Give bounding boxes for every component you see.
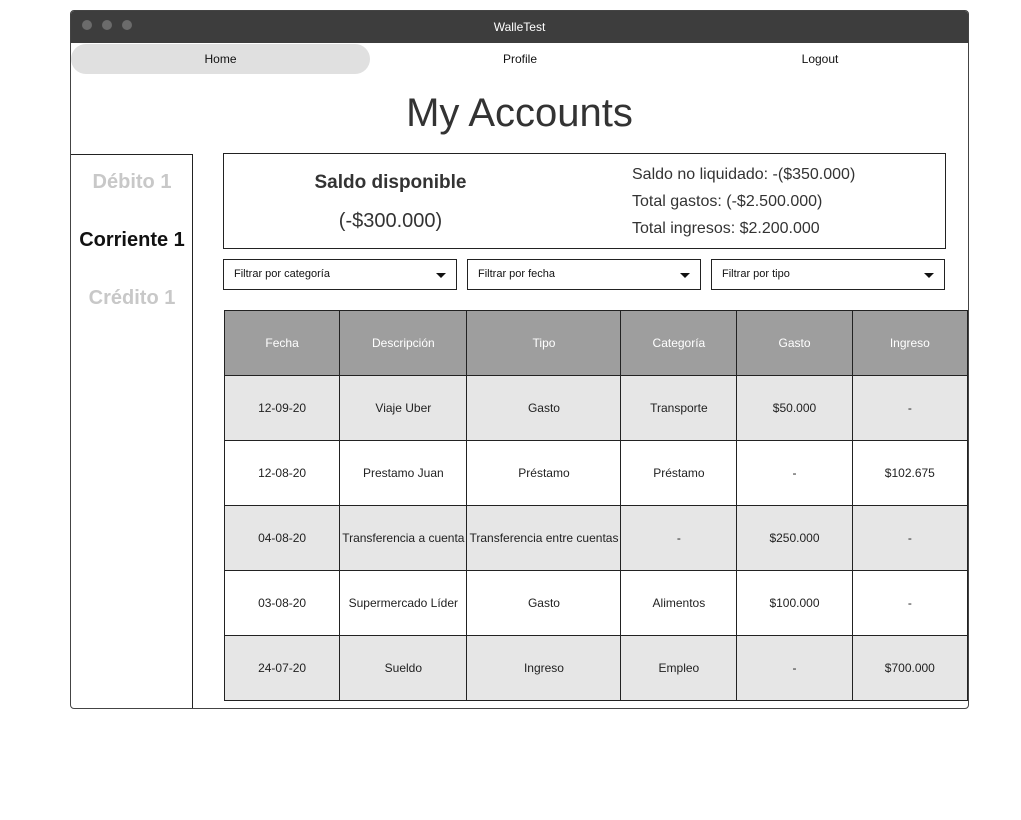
cell-descripcion: Prestamo Juan: [339, 440, 468, 506]
saldo-disponible-label: Saldo disponible: [314, 172, 467, 193]
cell-tipo: Préstamo: [466, 440, 622, 506]
cell-ingreso: -: [851, 505, 968, 571]
chevron-down-icon: [924, 273, 934, 278]
column-header[interactable]: Descripción: [339, 310, 468, 376]
cell-descripcion: Transferencia a cuenta: [339, 505, 468, 571]
cell-descripcion: Viaje Uber: [339, 375, 468, 441]
cell-descripcion: Sueldo: [339, 635, 468, 701]
table-row[interactable]: 12-08-20 Prestamo Juan Préstamo Préstamo…: [223, 440, 968, 506]
total-ingresos: Total ingresos: $2.200.000: [632, 220, 820, 237]
sidebar-item-corriente[interactable]: Corriente 1: [71, 229, 193, 252]
cell-descripcion: Supermercado Líder: [339, 570, 468, 636]
saldo-disponible-value: (-$300.000): [338, 210, 443, 232]
cell-gasto: $100.000: [736, 570, 853, 636]
chevron-down-icon: [680, 273, 690, 278]
column-header[interactable]: Tipo: [466, 310, 622, 376]
cell-gasto: -: [736, 440, 853, 506]
table-row[interactable]: 03-08-20 Supermercado Líder Gasto Alimen…: [223, 570, 968, 636]
table-row[interactable]: 04-08-20 Transferencia a cuenta Transfer…: [223, 505, 968, 571]
sidebar-item-debito[interactable]: Débito 1: [71, 171, 193, 194]
filter-tipo-label: Filtrar por tipo: [722, 268, 790, 280]
cell-fecha: 12-09-20: [223, 375, 341, 441]
filter-tipo-select[interactable]: Filtrar por tipo: [711, 259, 945, 290]
cell-fecha: 04-08-20: [223, 505, 341, 571]
cell-fecha: 03-08-20: [223, 570, 341, 636]
cell-ingreso: -: [851, 570, 968, 636]
saldo-no-liquidado: Saldo no liquidado: -($350.000): [632, 166, 856, 183]
filter-fecha-select[interactable]: Filtrar por fecha: [467, 259, 701, 290]
account-sidebar: Débito 1 Corriente 1 Crédito 1: [71, 154, 193, 708]
table-row[interactable]: 24-07-20 Sueldo Ingreso Empleo - $700.00…: [223, 635, 968, 701]
app-window: WalleTest Home Profile Logout My Account…: [70, 10, 969, 709]
table-row[interactable]: 12-09-20 Viaje Uber Gasto Transporte $50…: [223, 375, 968, 441]
cell-categoria: Préstamo: [620, 440, 738, 506]
chevron-down-icon: [436, 273, 446, 278]
table-header-row: Fecha Descripción Tipo Categoría Gasto I…: [223, 310, 968, 376]
balance-summary: Saldo disponible (-$300.000) Saldo no li…: [223, 153, 946, 249]
nav-home[interactable]: Home: [71, 44, 370, 74]
filter-fecha-label: Filtrar por fecha: [478, 268, 556, 280]
cell-categoria: Transporte: [620, 375, 738, 441]
cell-gasto: $250.000: [736, 505, 853, 571]
cell-gasto: -: [736, 635, 853, 701]
cell-ingreso: $700.000: [851, 635, 968, 701]
nav-logout[interactable]: Logout: [670, 44, 968, 74]
title-bar: WalleTest: [71, 11, 968, 43]
cell-categoria: Empleo: [620, 635, 738, 701]
cell-gasto: $50.000: [736, 375, 853, 441]
top-nav: Home Profile Logout: [71, 44, 968, 74]
transactions-table: Fecha Descripción Tipo Categoría Gasto I…: [223, 310, 968, 701]
cell-categoria: Alimentos: [620, 570, 738, 636]
filter-categoria-select[interactable]: Filtrar por categoría: [223, 259, 457, 290]
nav-profile[interactable]: Profile: [370, 44, 670, 74]
cell-tipo: Gasto: [466, 375, 622, 441]
sidebar-item-credito[interactable]: Crédito 1: [71, 287, 193, 310]
cell-tipo: Transferencia entre cuentas: [466, 505, 622, 571]
window-title: WalleTest: [493, 20, 546, 34]
column-header[interactable]: Categoría: [620, 310, 738, 376]
column-header[interactable]: Ingreso: [851, 310, 968, 376]
column-header[interactable]: Fecha: [223, 310, 341, 376]
column-header[interactable]: Gasto: [736, 310, 853, 376]
total-gastos: Total gastos: (-$2.500.000): [632, 193, 823, 210]
page-title: My Accounts: [406, 91, 633, 135]
filter-categoria-label: Filtrar por categoría: [234, 268, 330, 280]
cell-tipo: Gasto: [466, 570, 622, 636]
cell-ingreso: $102.675: [851, 440, 968, 506]
cell-tipo: Ingreso: [466, 635, 622, 701]
cell-ingreso: -: [851, 375, 968, 441]
cell-fecha: 24-07-20: [223, 635, 341, 701]
cell-fecha: 12-08-20: [223, 440, 341, 506]
cell-categoria: -: [620, 505, 738, 571]
